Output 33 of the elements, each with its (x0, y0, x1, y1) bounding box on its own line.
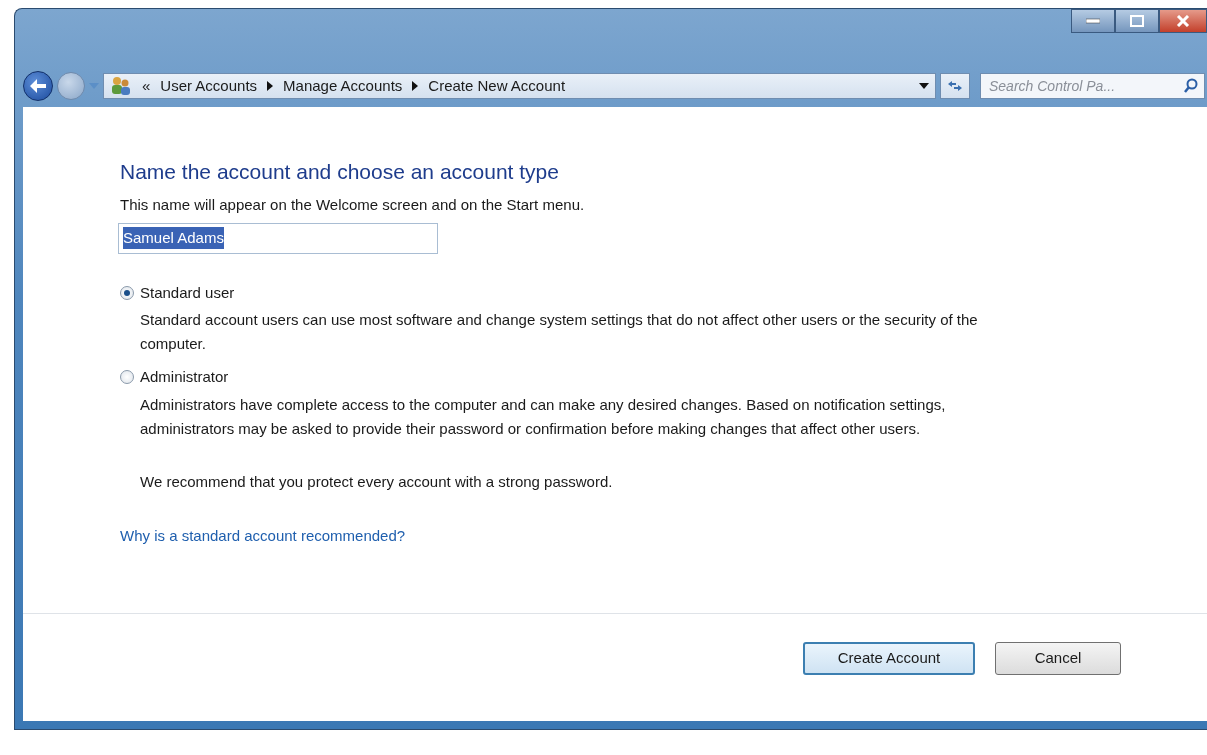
dropdown-icon[interactable] (919, 83, 929, 89)
refresh-icon (946, 79, 964, 93)
option-label[interactable]: Standard user (140, 281, 235, 305)
option-label[interactable]: Administrator (140, 366, 229, 389)
overflow-chevron[interactable]: « (142, 74, 151, 98)
page-heading: Name the account and choose an account type (120, 159, 560, 185)
arrow-icon[interactable] (412, 81, 419, 91)
minimize-button[interactable] (1071, 9, 1115, 33)
back-arrow-icon (29, 78, 47, 94)
breadcrumb-item[interactable]: Create New Account (428, 74, 566, 98)
maximize-icon (1130, 15, 1144, 27)
refresh-button[interactable] (940, 73, 970, 99)
minimize-icon (1086, 18, 1100, 24)
breadcrumb-item[interactable]: User Accounts (160, 74, 258, 98)
option-description: Standard account users can use most software and change system settings that do not affect other users or the security of the computer. (140, 310, 979, 355)
close-button[interactable] (1159, 9, 1207, 33)
option-description: Administrators have complete access to the computer and can make any desired changes. Based on notification settings, administrators may be asked to provide their password or confirmation before making changes that affect other users. (140, 394, 947, 439)
search-field[interactable]: Search Control Pa... (980, 73, 1205, 99)
help-link[interactable]: Why is a standard account recommended? (120, 525, 406, 548)
create-button[interactable]: Create Account (803, 642, 975, 675)
address-bar[interactable]: « User Accounts Manage Accounts Create New Account (103, 73, 936, 99)
users-icon (110, 76, 132, 96)
radio-button[interactable] (120, 370, 134, 385)
instruction-text: This name will appear on the Welcome screen and on the Start menu. (120, 195, 586, 216)
breadcrumb-item[interactable]: Manage Accounts (283, 74, 403, 98)
maximize-button[interactable] (1115, 9, 1159, 33)
arrow-icon[interactable] (267, 81, 274, 91)
cancel-button[interactable]: Cancel (995, 642, 1121, 675)
back-button[interactable] (23, 71, 53, 101)
close-icon (1176, 15, 1190, 27)
radio-button[interactable] (120, 285, 134, 300)
name-field[interactable]: Samuel Adams (118, 222, 438, 254)
recommendation-text: We recommend that you protect every account with a strong password. (140, 471, 614, 492)
